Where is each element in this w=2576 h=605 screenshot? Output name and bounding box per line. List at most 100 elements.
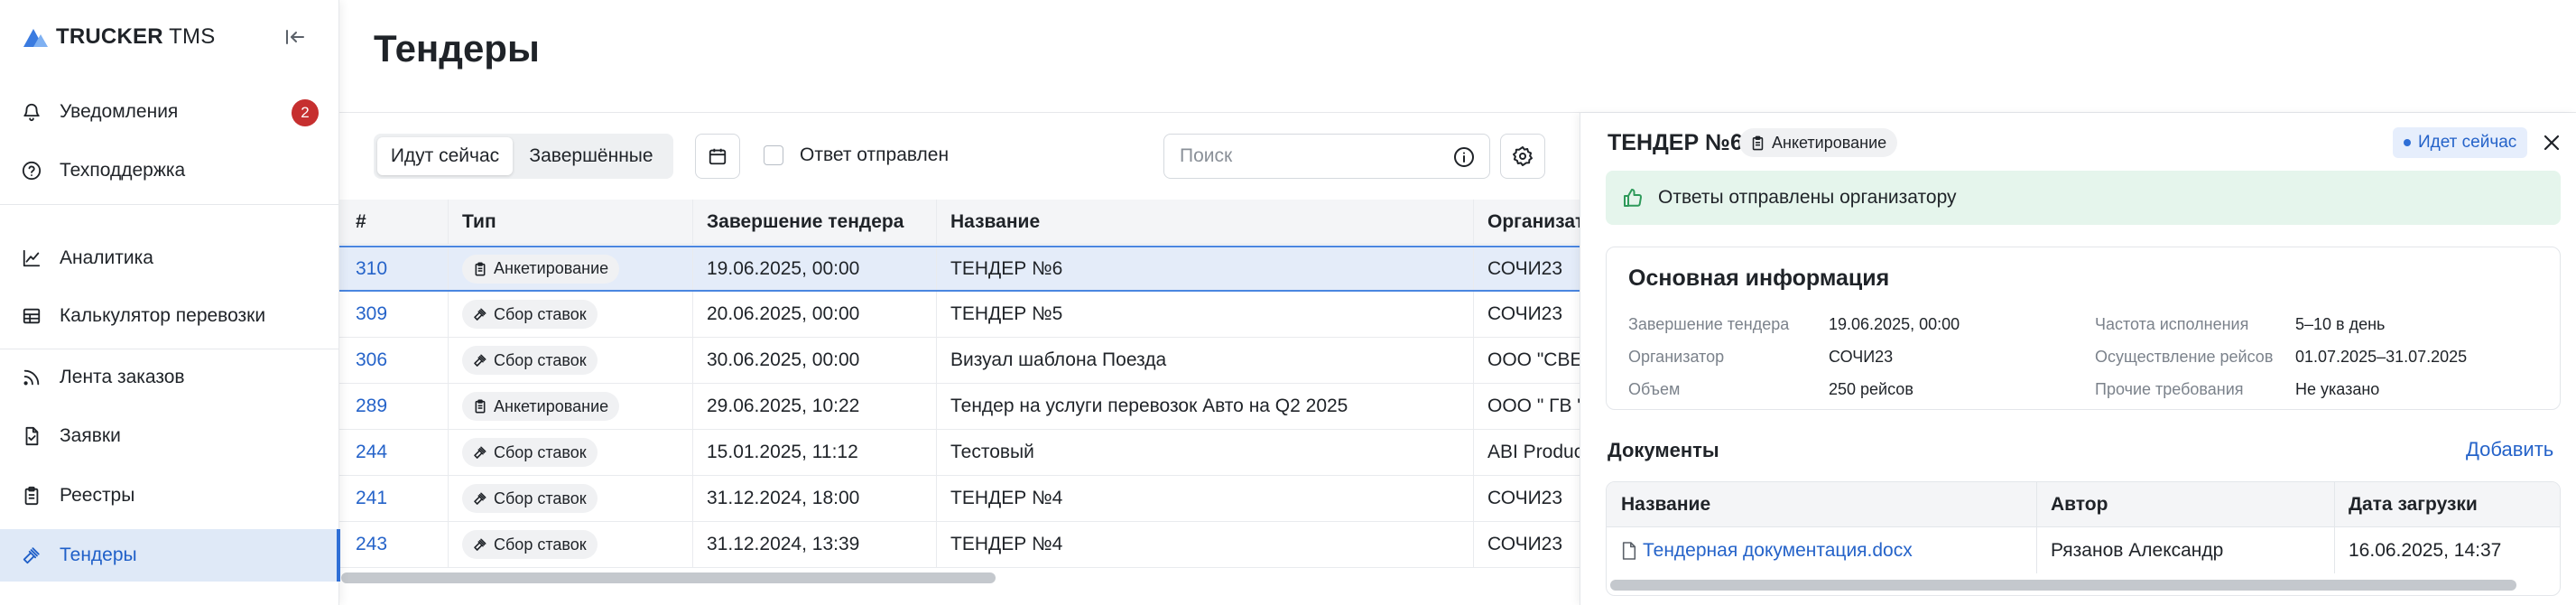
tender-id-link[interactable]: 241 — [356, 476, 387, 521]
main-info-title: Основная информация — [1628, 265, 1890, 291]
gavel-icon — [473, 491, 487, 506]
close-panel-button[interactable] — [2538, 129, 2565, 156]
table-row[interactable]: 310 Анкетирование 19.06.2025, 00:00 ТЕНДЕР … — [339, 246, 1580, 292]
scrollbar-thumb[interactable] — [341, 572, 996, 583]
thumbs-up-icon — [1624, 189, 1642, 207]
table-settings-button[interactable] — [1500, 134, 1545, 179]
column-divider — [692, 430, 693, 475]
tender-id-link[interactable]: 310 — [356, 247, 387, 290]
clipboard-icon — [20, 484, 43, 507]
column-header-doc-name: Название — [1621, 494, 1711, 515]
clipboard-icon — [473, 262, 487, 276]
alert-text: Ответы отправлены организатору — [1658, 187, 1957, 208]
tender-id-link[interactable]: 309 — [356, 292, 387, 337]
tenders-table: # Тип Завершение тендера Название Органи… — [339, 200, 1580, 605]
feed-icon — [20, 366, 43, 389]
column-divider — [692, 338, 693, 383]
sidebar-item-notifications[interactable]: Уведомления 2 — [0, 86, 339, 138]
table-row[interactable]: 306 Сбор ставок 30.06.2025, 00:00 Визуал ша… — [339, 338, 1580, 384]
documents-scrollbar[interactable] — [1610, 580, 2516, 591]
info-value: 250 рейсов — [1829, 380, 1913, 398]
sidebar-item-label: Заявки — [60, 425, 121, 446]
tender-end-date: 31.12.2024, 18:00 — [707, 488, 860, 508]
table-row[interactable]: 243 Сбор ставок 31.12.2024, 13:39 ТЕНДЕР №4… — [339, 522, 1580, 568]
answers-sent-alert: Ответы отправлены организатору — [1606, 171, 2561, 225]
tender-type-label: Сбор ставок — [494, 350, 587, 369]
sidebar-item-tenders[interactable]: Тендеры — [0, 529, 340, 582]
gear-icon — [1513, 146, 1533, 166]
tender-id-link[interactable]: 243 — [356, 522, 387, 567]
column-divider — [1473, 430, 1474, 475]
tender-name: ТЕНДЕР №4 — [950, 534, 1063, 554]
tender-type-tag: Сбор ставок — [462, 300, 598, 329]
tab-finished[interactable]: Завершённые — [513, 137, 670, 175]
table-row[interactable]: 241 Сбор ставок 31.12.2024, 18:00 ТЕНДЕР №4… — [339, 476, 1580, 522]
column-divider — [936, 247, 937, 290]
column-header-id[interactable]: # — [356, 200, 366, 245]
column-header-end-date[interactable]: Завершение тендера — [707, 200, 903, 245]
column-header-author: Автор — [2051, 494, 2108, 515]
info-label: Завершение тендера — [1628, 315, 1790, 333]
answer-sent-filter[interactable]: Ответ отправлен — [764, 144, 949, 166]
column-divider — [2036, 482, 2037, 573]
table-row[interactable]: 289 Анкетирование 29.06.2025, 10:22 Тендер … — [339, 384, 1580, 430]
sidebar-item-orders-feed[interactable]: Лента заказов — [0, 351, 339, 404]
brand-name: TRUCKER TMS — [56, 24, 216, 49]
table-row[interactable]: 244 Сбор ставок 15.01.2025, 11:12 Тестовый A… — [339, 430, 1580, 476]
tender-title: ТЕНДЕР №6 — [1608, 130, 1743, 155]
sidebar-item-label: Уведомления — [60, 101, 179, 122]
column-divider — [448, 430, 449, 475]
search-input[interactable] — [1180, 135, 1441, 178]
column-divider — [692, 476, 693, 521]
clipboard-icon — [473, 399, 487, 414]
collapse-sidebar-button[interactable] — [282, 24, 309, 50]
table-horizontal-scrollbar[interactable] — [339, 570, 1580, 584]
sidebar-item-label: Техподдержка — [60, 160, 186, 181]
tender-id-link[interactable]: 244 — [356, 430, 387, 475]
tender-organizer: ООО " ГВ " — [1487, 396, 1580, 416]
tender-type-cell: Сбор ставок — [462, 522, 598, 567]
collapse-left-icon — [286, 30, 304, 44]
bell-icon — [20, 100, 43, 124]
tender-end-date: 15.01.2025, 11:12 — [707, 442, 858, 462]
table-row[interactable]: 309 Сбор ставок 20.06.2025, 00:00 ТЕНДЕР №5… — [339, 292, 1580, 338]
search-box — [1163, 134, 1490, 179]
brand-logo[interactable]: TRUCKER TMS — [23, 23, 215, 51]
column-divider — [936, 384, 937, 429]
tender-id-link[interactable]: 306 — [356, 338, 387, 383]
column-divider — [936, 338, 937, 383]
sidebar-item-support[interactable]: Техподдержка — [0, 144, 339, 197]
sidebar-item-requests[interactable]: Заявки — [0, 410, 339, 462]
column-divider — [1473, 292, 1474, 337]
sidebar-item-analytics[interactable]: Аналитика — [0, 232, 339, 284]
sidebar: TRUCKER TMS Уведомления 2 Техподдержка А… — [0, 0, 340, 605]
info-value: 5–10 в день — [2295, 315, 2386, 333]
column-divider — [1473, 247, 1474, 290]
column-divider — [692, 200, 693, 244]
sidebar-item-calculator[interactable]: Калькулятор перевозки — [0, 290, 339, 342]
info-icon[interactable] — [1453, 146, 1475, 168]
info-value: 01.07.2025–31.07.2025 — [2295, 348, 2468, 366]
column-divider — [1473, 338, 1474, 383]
answer-sent-checkbox[interactable] — [764, 145, 783, 165]
column-divider — [936, 200, 937, 244]
tender-end-date: 30.06.2025, 00:00 — [707, 349, 860, 370]
column-header-organizer[interactable]: Организатор — [1487, 200, 1580, 245]
column-divider — [1473, 476, 1474, 521]
table-icon — [20, 304, 43, 328]
tab-current[interactable]: Идут сейчас — [377, 137, 513, 175]
add-document-button[interactable]: Добавить — [2466, 438, 2553, 461]
column-header-type[interactable]: Тип — [462, 200, 496, 245]
column-divider — [936, 476, 937, 521]
tender-organizer: ABI Produc — [1487, 442, 1580, 462]
info-label: Объем — [1628, 380, 1681, 398]
main-info-card: Основная информация Завершение тендера 1… — [1606, 247, 2561, 410]
date-filter-button[interactable] — [695, 134, 740, 179]
info-label: Осуществление рейсов — [2095, 348, 2274, 366]
notification-count-badge: 2 — [292, 99, 319, 126]
column-header-name[interactable]: Название — [950, 200, 1040, 245]
column-divider — [1473, 200, 1474, 244]
document-link[interactable]: Тендерная документация.docx — [1621, 527, 1913, 573]
sidebar-item-registries[interactable]: Реестры — [0, 470, 339, 522]
tender-id-link[interactable]: 289 — [356, 384, 387, 429]
